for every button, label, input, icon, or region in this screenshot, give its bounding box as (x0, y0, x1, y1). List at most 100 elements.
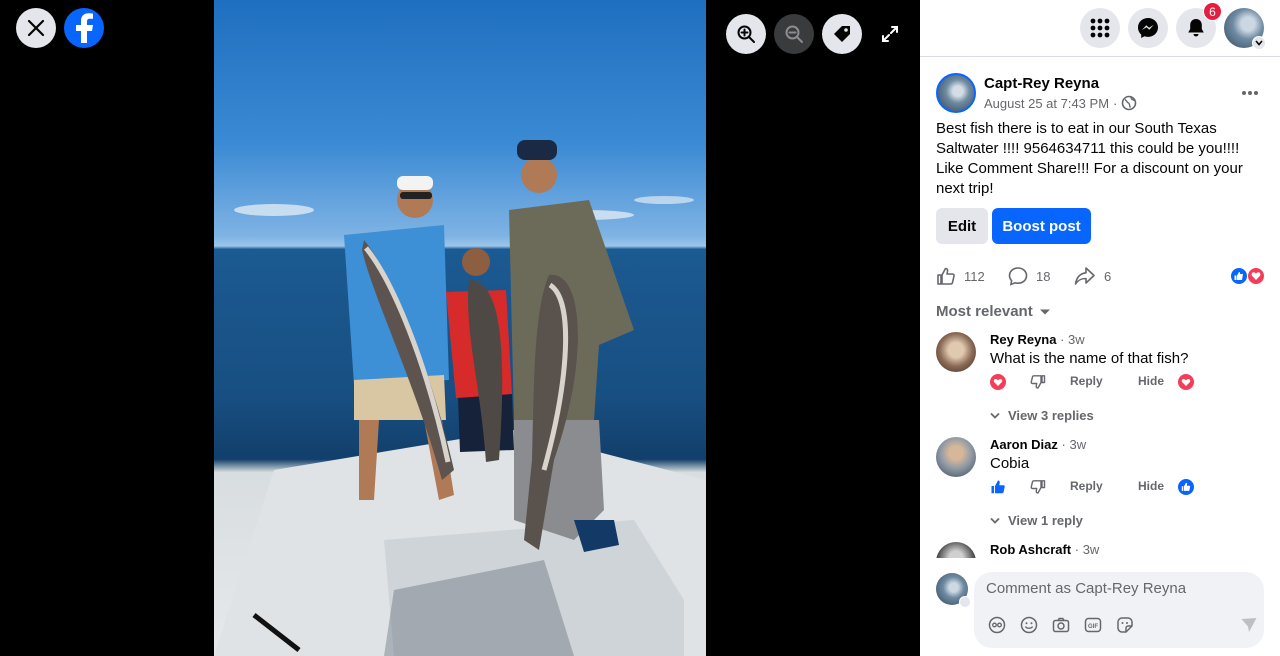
comment-time[interactable]: · 3w (1060, 332, 1085, 347)
emoji-button[interactable] (1020, 616, 1038, 639)
like-reaction-icon (1230, 267, 1248, 285)
composer-avatar[interactable] (936, 573, 971, 608)
chevron-down-icon (990, 412, 1000, 419)
commenter-name-text[interactable]: Aaron Diaz (990, 437, 1058, 452)
close-icon (27, 19, 45, 37)
dislike-button[interactable] (1030, 479, 1046, 498)
comment-like-reaction[interactable] (1178, 479, 1194, 498)
bell-icon (1188, 19, 1204, 37)
caret-down-icon (1039, 309, 1050, 314)
comment-composer: GIF (920, 558, 1280, 656)
sticker-button[interactable] (1116, 616, 1134, 639)
dislike-button[interactable] (1030, 374, 1046, 393)
commenter-name[interactable]: Rob Ashcraft · 3w (990, 542, 1099, 557)
top-navigation: 6 (920, 0, 1280, 57)
account-avatar[interactable] (1224, 8, 1266, 50)
commenter-name[interactable]: Aaron Diaz · 3w (990, 437, 1086, 452)
reply-button[interactable]: Reply (1070, 479, 1103, 493)
comment-list: Rey Reyna · 3w What is the name of that … (920, 330, 1280, 558)
globe-icon[interactable] (1121, 95, 1137, 111)
love-reaction-icon (1247, 267, 1265, 285)
post-options-button[interactable] (1234, 77, 1266, 109)
gif-button[interactable]: GIF (1084, 616, 1102, 639)
composer-tools: GIF (988, 616, 1257, 639)
chevron-down-icon (990, 517, 1000, 524)
menu-button[interactable] (1080, 8, 1120, 48)
zoom-in-icon (737, 25, 755, 43)
fullscreen-button[interactable] (870, 14, 910, 54)
comment-time[interactable]: · 3w (1062, 437, 1087, 452)
view-replies-label: View 1 reply (1008, 513, 1083, 528)
edit-button[interactable]: Edit (936, 208, 988, 244)
notifications-button[interactable]: 6 (1176, 2, 1222, 48)
avatar-sticker-button[interactable] (988, 616, 1006, 639)
comment-actions: Reply Hide (990, 479, 1194, 498)
commenter-name-text[interactable]: Rey Reyna (990, 332, 1056, 347)
share-action[interactable]: 6 (1074, 264, 1111, 288)
tag-icon (834, 26, 850, 42)
comment-input[interactable] (986, 580, 1246, 597)
meta-separator: · (1113, 95, 1118, 111)
thumbs-down-icon (1030, 480, 1046, 494)
like-icon (937, 267, 955, 285)
reply-button[interactable]: Reply (1070, 374, 1103, 388)
post-photo (214, 0, 706, 656)
facebook-logo[interactable] (64, 8, 104, 48)
commenter-avatar[interactable] (936, 542, 976, 558)
view-replies-link[interactable]: View 3 replies (990, 408, 1094, 423)
post-text: Best fish there is to eat in our South T… (936, 120, 1243, 197)
chevron-down-icon (1252, 36, 1266, 50)
post-meta: August 25 at 7:43 PM · (984, 95, 1137, 111)
view-replies-label: View 3 replies (1008, 408, 1094, 423)
like-reaction-icon (1178, 479, 1194, 495)
messenger-icon (1138, 18, 1158, 38)
comments-count: 18 (1036, 268, 1051, 284)
post-header: Capt-Rey Reyna August 25 at 7:43 PM · (936, 73, 1266, 113)
author-avatar[interactable] (936, 73, 976, 113)
love-icon (990, 374, 1006, 390)
shares-count: 6 (1104, 268, 1112, 284)
share-icon (1074, 267, 1095, 285)
avatar-sticker-icon (988, 616, 1006, 634)
view-replies-link[interactable]: View 1 reply (990, 513, 1083, 528)
love-reaction-button[interactable] (990, 374, 1006, 393)
tag-photo-button[interactable] (822, 14, 862, 54)
messenger-button[interactable] (1128, 8, 1168, 48)
thumbs-down-icon (1030, 375, 1046, 389)
camera-button[interactable] (1052, 616, 1070, 639)
post-panel: 6 Capt-Rey Reyna August 25 at 7:43 PM · … (920, 0, 1280, 656)
post-author[interactable]: Capt-Rey Reyna (984, 75, 1099, 92)
send-icon (1241, 618, 1257, 632)
zoom-out-button[interactable] (774, 14, 814, 54)
comment-action[interactable]: 18 (1008, 264, 1050, 288)
comment-text: What is the name of that fish? (990, 350, 1189, 367)
notification-badge: 6 (1203, 2, 1222, 21)
comment-love-reaction[interactable] (1178, 374, 1194, 393)
like-button[interactable] (990, 479, 1006, 498)
likes-count: 112 (964, 268, 985, 284)
facebook-f-icon (76, 13, 93, 43)
commenter-avatar[interactable] (936, 437, 976, 477)
hide-button[interactable]: Hide (1138, 374, 1164, 388)
comment-actions: Reply Hide (990, 374, 1194, 393)
close-button[interactable] (16, 8, 56, 48)
comment-time[interactable]: · 3w (1075, 542, 1100, 557)
hide-button[interactable]: Hide (1138, 479, 1164, 493)
comment-box[interactable]: GIF (974, 572, 1264, 648)
send-button[interactable] (1240, 616, 1258, 639)
thumbs-up-filled-icon (991, 480, 1005, 494)
comment-icon (1008, 267, 1028, 286)
commenter-name[interactable]: Rey Reyna · 3w (990, 332, 1085, 347)
like-action[interactable]: 112 (936, 264, 985, 288)
zoom-in-button[interactable] (726, 14, 766, 54)
boost-post-button[interactable]: Boost post (992, 208, 1091, 244)
chevron-down-icon (959, 596, 971, 608)
commenter-avatar[interactable] (936, 332, 976, 372)
emoji-icon (1020, 616, 1038, 634)
camera-icon (1052, 617, 1070, 633)
comment-sort-dropdown[interactable]: Most relevant (936, 303, 1051, 320)
commenter-name-text[interactable]: Rob Ashcraft (990, 542, 1071, 557)
post-date[interactable]: August 25 at 7:43 PM (984, 96, 1109, 111)
svg-text:GIF: GIF (1088, 624, 1098, 630)
reaction-summary[interactable] (1230, 267, 1266, 285)
